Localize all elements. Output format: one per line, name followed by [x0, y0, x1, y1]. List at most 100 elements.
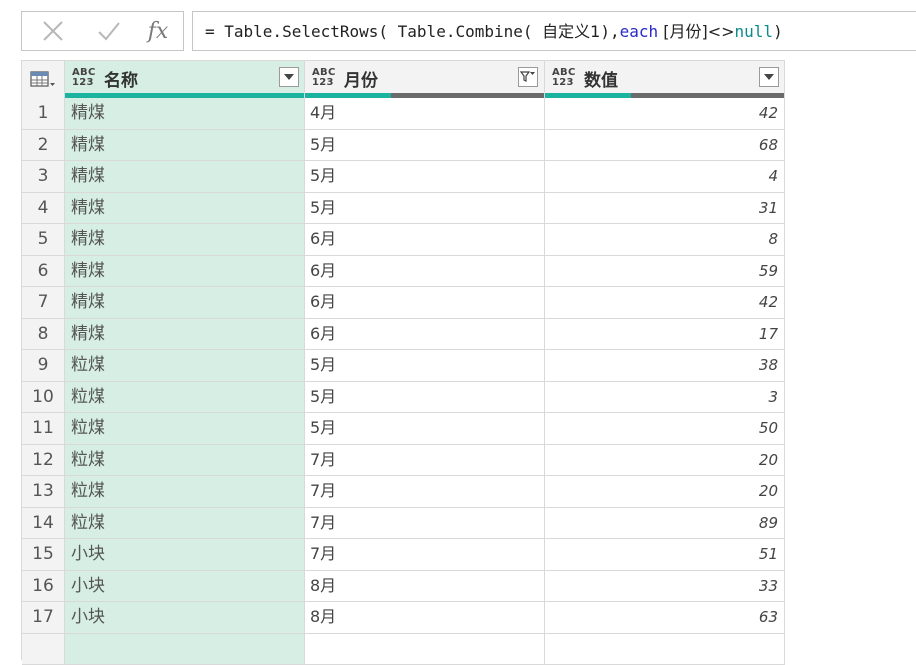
table-row[interactable]: 15小块7月51: [22, 539, 785, 571]
cell-name[interactable]: 精煤: [65, 98, 305, 130]
row-number[interactable]: 12: [22, 445, 65, 477]
table-row[interactable]: 7精煤6月42: [22, 287, 785, 319]
cell-value[interactable]: 51: [545, 539, 785, 571]
table-row[interactable]: 4精煤5月31: [22, 193, 785, 225]
cell-month[interactable]: 5月: [305, 350, 545, 382]
row-number[interactable]: 11: [22, 413, 65, 445]
cell-month[interactable]: 5月: [305, 413, 545, 445]
cell-month[interactable]: 5月: [305, 193, 545, 225]
cell-value[interactable]: 33: [545, 571, 785, 603]
filter-dropdown-button[interactable]: [279, 67, 299, 87]
cell-name[interactable]: 精煤: [65, 319, 305, 351]
row-number[interactable]: 5: [22, 224, 65, 256]
cell-value[interactable]: 38: [545, 350, 785, 382]
row-number[interactable]: 7: [22, 287, 65, 319]
column-header-value[interactable]: ABC123 数值: [545, 60, 785, 98]
cell-value[interactable]: 89: [545, 508, 785, 540]
cell-name[interactable]: 精煤: [65, 161, 305, 193]
row-number[interactable]: 4: [22, 193, 65, 225]
column-header-name[interactable]: ABC123 名称: [65, 60, 305, 98]
table-row[interactable]: 1精煤4月42: [22, 98, 785, 130]
cell-name[interactable]: 粒煤: [65, 382, 305, 414]
filter-active-button[interactable]: [518, 67, 538, 87]
table-menu-header[interactable]: [22, 60, 65, 98]
cell-name[interactable]: 精煤: [65, 224, 305, 256]
type-any-icon[interactable]: ABC123: [312, 68, 336, 88]
row-number[interactable]: 9: [22, 350, 65, 382]
row-number[interactable]: [22, 634, 65, 665]
cell-month[interactable]: 5月: [305, 130, 545, 162]
cell-name[interactable]: 精煤: [65, 130, 305, 162]
cell-value[interactable]: [545, 634, 785, 665]
table-row[interactable]: 14粒煤7月89: [22, 508, 785, 540]
type-any-icon[interactable]: ABC123: [72, 68, 96, 88]
cell-month[interactable]: 8月: [305, 571, 545, 603]
cell-value[interactable]: 3: [545, 382, 785, 414]
table-row[interactable]: 6精煤6月59: [22, 256, 785, 288]
table-row[interactable]: 3精煤5月4: [22, 161, 785, 193]
check-icon[interactable]: [92, 12, 126, 50]
cell-value[interactable]: 42: [545, 98, 785, 130]
cell-month[interactable]: 8月: [305, 602, 545, 634]
table-row[interactable]: 5精煤6月8: [22, 224, 785, 256]
table-row[interactable]: 11粒煤5月50: [22, 413, 785, 445]
cell-month[interactable]: 6月: [305, 256, 545, 288]
close-icon[interactable]: [36, 12, 70, 50]
row-number[interactable]: 2: [22, 130, 65, 162]
cell-value[interactable]: 42: [545, 287, 785, 319]
cell-value[interactable]: 4: [545, 161, 785, 193]
row-number[interactable]: 10: [22, 382, 65, 414]
cell-value[interactable]: 20: [545, 445, 785, 477]
cell-value[interactable]: 8: [545, 224, 785, 256]
table-icon[interactable]: [30, 71, 56, 93]
cell-month[interactable]: 6月: [305, 287, 545, 319]
cell-month[interactable]: 6月: [305, 224, 545, 256]
cell-month[interactable]: 5月: [305, 161, 545, 193]
table-row[interactable]: 12粒煤7月20: [22, 445, 785, 477]
row-number[interactable]: 1: [22, 98, 65, 130]
cell-value[interactable]: 31: [545, 193, 785, 225]
cell-value[interactable]: 68: [545, 130, 785, 162]
cell-name[interactable]: 粒煤: [65, 476, 305, 508]
formula-input[interactable]: = Table.SelectRows( Table.Combine( 自定义1)…: [192, 11, 916, 51]
cell-name[interactable]: 精煤: [65, 193, 305, 225]
table-row[interactable]: 9粒煤5月38: [22, 350, 785, 382]
cell-month[interactable]: 6月: [305, 319, 545, 351]
fx-icon[interactable]: fx: [142, 12, 174, 50]
cell-month[interactable]: 5月: [305, 382, 545, 414]
cell-name[interactable]: 小块: [65, 571, 305, 603]
cell-value[interactable]: 17: [545, 319, 785, 351]
row-number[interactable]: 3: [22, 161, 65, 193]
cell-name[interactable]: [65, 634, 305, 665]
cell-name[interactable]: 小块: [65, 539, 305, 571]
cell-value[interactable]: 20: [545, 476, 785, 508]
cell-month[interactable]: 7月: [305, 476, 545, 508]
table-row[interactable]: 13粒煤7月20: [22, 476, 785, 508]
cell-value[interactable]: 59: [545, 256, 785, 288]
cell-month[interactable]: 7月: [305, 539, 545, 571]
cell-name[interactable]: 粒煤: [65, 413, 305, 445]
cell-month[interactable]: 7月: [305, 508, 545, 540]
row-number[interactable]: 13: [22, 476, 65, 508]
cell-value[interactable]: 63: [545, 602, 785, 634]
cell-month[interactable]: 4月: [305, 98, 545, 130]
column-header-month[interactable]: ABC123 月份: [305, 60, 545, 98]
row-number[interactable]: 14: [22, 508, 65, 540]
cell-value[interactable]: 50: [545, 413, 785, 445]
row-number[interactable]: 6: [22, 256, 65, 288]
cell-name[interactable]: 粒煤: [65, 508, 305, 540]
row-number[interactable]: 8: [22, 319, 65, 351]
row-number[interactable]: 16: [22, 571, 65, 603]
cell-name[interactable]: 粒煤: [65, 350, 305, 382]
row-number[interactable]: 17: [22, 602, 65, 634]
table-row[interactable]: 17小块8月63: [22, 602, 785, 634]
table-row[interactable]: 2精煤5月68: [22, 130, 785, 162]
cell-month[interactable]: 7月: [305, 445, 545, 477]
cell-month[interactable]: [305, 634, 545, 665]
cell-name[interactable]: 粒煤: [65, 445, 305, 477]
table-row[interactable]: 10粒煤5月3: [22, 382, 785, 414]
type-any-icon[interactable]: ABC123: [552, 68, 576, 88]
cell-name[interactable]: 精煤: [65, 256, 305, 288]
cell-name[interactable]: 小块: [65, 602, 305, 634]
row-number[interactable]: 15: [22, 539, 65, 571]
